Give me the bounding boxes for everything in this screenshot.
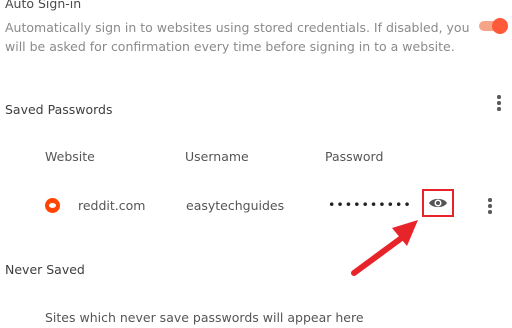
auto-signin-description-line2: will be asked for confirmation every tim… (5, 39, 455, 54)
reddit-icon (45, 198, 60, 213)
column-header-username: Username (185, 149, 249, 164)
site-name: reddit.com (78, 198, 146, 213)
never-saved-empty-text: Sites which never save passwords will ap… (45, 310, 364, 325)
show-password-button[interactable] (422, 189, 454, 217)
password-value: •••••••••• (328, 197, 412, 212)
column-header-password: Password (325, 149, 384, 164)
auto-signin-description-line1: Automatically sign in to websites using … (5, 20, 470, 35)
saved-passwords-title: Saved Passwords (5, 102, 113, 117)
auto-signin-toggle[interactable] (479, 18, 509, 34)
toggle-knob (492, 18, 508, 34)
eye-icon (429, 198, 447, 208)
column-header-website: Website (45, 149, 95, 164)
username-value: easytechguides (186, 198, 285, 213)
saved-passwords-menu-icon[interactable] (494, 95, 504, 111)
row-menu-icon[interactable] (485, 198, 495, 214)
never-saved-title: Never Saved (5, 262, 85, 277)
auto-signin-title: Auto Sign-in (5, 0, 82, 11)
